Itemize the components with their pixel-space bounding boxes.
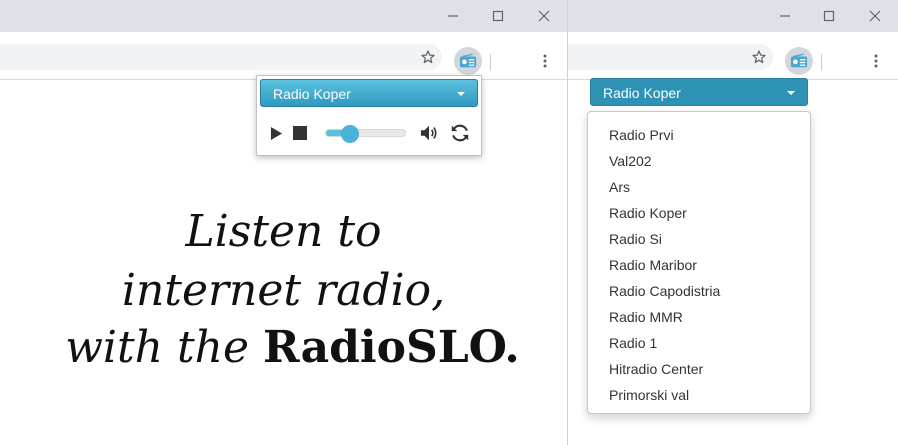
- stop-button[interactable]: [292, 125, 308, 141]
- station-menu-item[interactable]: Radio Prvi: [588, 122, 810, 148]
- address-bar[interactable]: [0, 44, 442, 70]
- station-menu-item[interactable]: Radio Capodistria: [588, 278, 810, 304]
- station-select-value: Radio Koper: [273, 86, 351, 102]
- station-menu-item[interactable]: Radio Si: [588, 226, 810, 252]
- station-menu-item[interactable]: Hitradio Center: [588, 356, 810, 382]
- radio-icon: [790, 53, 808, 68]
- browser-window-left: Radio Koper Listen to internet radio, wi…: [0, 0, 567, 445]
- radio-popup: Radio Koper Radio Prvi Val202 Ars Radio Kop…: [587, 75, 811, 415]
- radio-extension-button[interactable]: [785, 47, 813, 75]
- slogan-prefix: with the: [65, 322, 264, 373]
- station-select[interactable]: Radio Koper: [260, 79, 478, 107]
- browser-toolbar: [568, 32, 898, 80]
- station-menu-item[interactable]: Radio 1: [588, 330, 810, 356]
- caret-down-icon: [787, 91, 795, 95]
- slogan-line-2: internet radio,: [121, 265, 446, 316]
- close-icon[interactable]: [865, 6, 885, 26]
- station-menu-item[interactable]: Val202: [588, 148, 810, 174]
- browser-window-right: Radio Koper Radio Prvi Val202 Ars Radio Kop…: [567, 0, 898, 445]
- title-bar: [568, 0, 898, 32]
- address-bar[interactable]: [568, 44, 773, 70]
- browser-toolbar: [0, 32, 567, 80]
- play-button[interactable]: [268, 125, 284, 141]
- more-vert-icon[interactable]: [533, 49, 557, 73]
- more-vert-icon[interactable]: [864, 49, 888, 73]
- radio-extension-button[interactable]: [454, 47, 482, 75]
- station-menu-item[interactable]: Primorski val: [588, 382, 810, 408]
- refresh-icon: [451, 124, 469, 142]
- star-icon[interactable]: [747, 45, 771, 69]
- close-icon[interactable]: [534, 6, 554, 26]
- station-select[interactable]: Radio Koper: [590, 78, 808, 106]
- caret-down-icon: [457, 92, 465, 96]
- title-bar: [0, 0, 567, 32]
- slogan-brand: RadioSLO.: [263, 322, 520, 373]
- star-icon[interactable]: [416, 45, 440, 69]
- minimize-icon[interactable]: [443, 6, 463, 26]
- station-select-value: Radio Koper: [603, 85, 681, 101]
- volume-slider-thumb[interactable]: [340, 125, 359, 143]
- slogan-line-1: Listen to: [185, 206, 382, 257]
- stop-icon: [293, 126, 307, 140]
- refresh-button[interactable]: [448, 121, 472, 145]
- station-menu-item[interactable]: Radio Koper: [588, 200, 810, 226]
- maximize-icon[interactable]: [819, 6, 839, 26]
- mute-button[interactable]: [418, 123, 440, 143]
- minimize-icon[interactable]: [775, 6, 795, 26]
- slogan-line-3: with the RadioSLO.: [0, 322, 567, 373]
- toolbar-separator: [821, 54, 822, 70]
- play-icon: [270, 126, 282, 140]
- maximize-icon[interactable]: [488, 6, 508, 26]
- station-menu-item[interactable]: Radio MMR: [588, 304, 810, 330]
- volume-icon: [420, 125, 437, 141]
- station-menu-item[interactable]: Ars: [588, 174, 810, 200]
- radio-icon: [459, 53, 477, 68]
- radio-popup: Radio Koper: [256, 75, 482, 156]
- station-menu-item[interactable]: Radio Maribor: [588, 252, 810, 278]
- volume-slider[interactable]: [325, 125, 406, 143]
- toolbar-separator: [490, 54, 491, 70]
- station-dropdown-menu: Radio Prvi Val202 Ars Radio Koper Radio Si Ra…: [587, 111, 811, 414]
